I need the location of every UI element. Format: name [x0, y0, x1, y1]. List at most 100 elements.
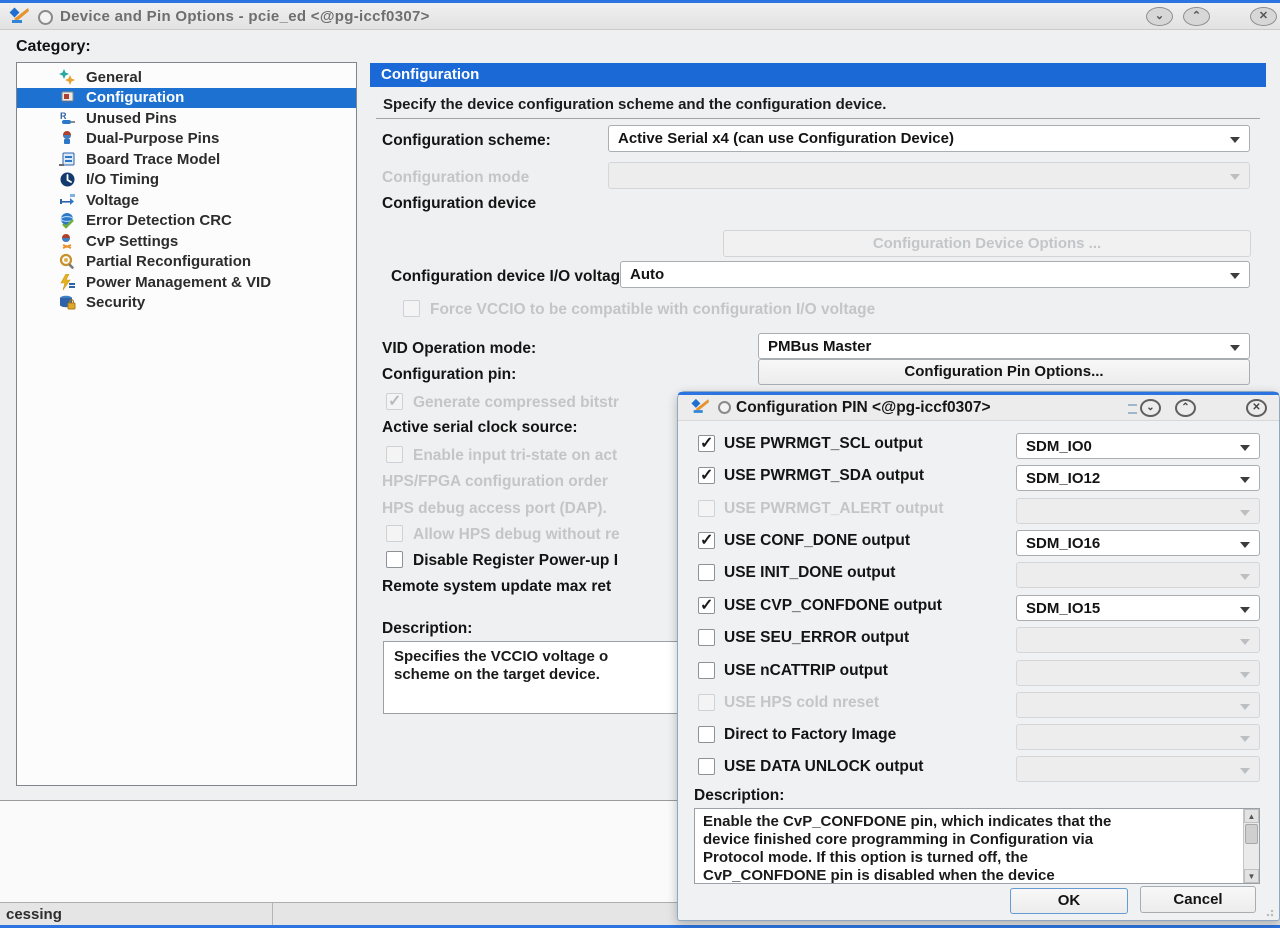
remote-update-label: Remote system update max ret [382, 578, 611, 596]
hps-fpga-order-label: HPS/FPGA configuration order [382, 473, 608, 491]
scroll-down-icon[interactable]: ▼ [1244, 869, 1259, 883]
sidebar-item-security[interactable]: Security [17, 293, 356, 314]
panel-subtitle: Specify the device configuration scheme … [383, 96, 886, 113]
allow-hps-debug-label: Allow HPS debug without re [413, 526, 620, 544]
data-unlock-dropdown [1016, 756, 1260, 782]
window-title: Device and Pin Options - pcie_ed <@pg-ic… [60, 8, 430, 25]
sidebar-item-label: Security [86, 294, 145, 311]
scrollbar-thumb[interactable] [1245, 824, 1258, 844]
sidebar-item-general[interactable]: General [17, 67, 356, 88]
category-label: Category: [16, 38, 91, 56]
use-conf-done-label: USE CONF_DONE output [724, 532, 910, 550]
generate-compressed-label: Generate compressed bitstr [413, 394, 619, 412]
use-pwrmgt-scl-checkbox[interactable]: ✓ [698, 435, 715, 452]
use-init-done-checkbox[interactable] [698, 564, 715, 581]
use-ncattrip-checkbox[interactable] [698, 662, 715, 679]
sidebar-item-unused-pins[interactable]: R Unused Pins [17, 108, 356, 129]
configuration-scheme-dropdown[interactable]: Active Serial x4 (can use Configuration … [608, 125, 1250, 152]
sidebar-item-dual-purpose-pins[interactable]: Dual-Purpose Pins [17, 129, 356, 150]
enable-tristate-checkbox [386, 446, 403, 463]
checkmark-icon: ✓ [700, 595, 713, 615]
chevron-down-icon [1240, 768, 1250, 774]
io-voltage-dropdown[interactable]: Auto [620, 261, 1250, 288]
use-pwrmgt-sda-checkbox[interactable]: ✓ [698, 467, 715, 484]
use-data-unlock-checkbox[interactable] [698, 758, 715, 775]
board-trace-model-icon [59, 151, 76, 168]
pin-description-box: Enable the CvP_CONFDONE pin, which indic… [694, 808, 1260, 884]
ok-button[interactable]: OK [1010, 888, 1128, 914]
rollup-window-icon[interactable]: ⌃ [1183, 7, 1210, 26]
checkmark-icon: ✓ [700, 433, 713, 453]
cvp-settings-icon [59, 233, 76, 250]
generate-compressed-checkbox: ✓ [386, 393, 403, 410]
sidebar-item-board-trace-model[interactable]: Board Trace Model [17, 149, 356, 170]
use-data-unlock-label: USE DATA UNLOCK output [724, 758, 923, 776]
use-pwrmgt-scl-label: USE PWRMGT_SCL output [724, 435, 923, 453]
configuration-pin-label: Configuration pin: [382, 366, 516, 384]
shade-window-icon[interactable]: ⌄ [1146, 7, 1173, 26]
pwrmgt-sda-value: SDM_IO12 [1026, 470, 1100, 487]
sidebar-item-cvp-settings[interactable]: CvP Settings [17, 231, 356, 252]
force-vccio-checkbox [403, 300, 420, 317]
use-cvp-confdone-checkbox[interactable]: ✓ [698, 597, 715, 614]
sidebar-item-label: CvP Settings [86, 233, 178, 250]
sidebar-item-voltage[interactable]: Voltage [17, 190, 356, 211]
description-scrollbar[interactable]: ▲ ▼ [1243, 809, 1259, 883]
sidebar-item-label: Unused Pins [86, 110, 177, 127]
cvp-confdone-dropdown[interactable]: SDM_IO15 [1016, 595, 1260, 621]
use-seu-error-checkbox[interactable] [698, 629, 715, 646]
direct-to-factory-image-checkbox[interactable] [698, 726, 715, 743]
configuration-device-options-button: Configuration Device Options ... [723, 230, 1251, 257]
use-conf-done-checkbox[interactable]: ✓ [698, 532, 715, 549]
disable-register-powerup-checkbox[interactable] [386, 551, 403, 568]
chevron-down-icon [1230, 345, 1240, 351]
partial-reconfiguration-icon [59, 253, 76, 270]
chevron-down-icon [1240, 704, 1250, 710]
sidebar-item-label: Partial Reconfiguration [86, 253, 251, 270]
checkmark-icon: ✓ [700, 530, 713, 550]
pwrmgt-alert-dropdown [1016, 498, 1260, 524]
sidebar-item-io-timing[interactable]: I/O Timing [17, 170, 356, 191]
sidebar-item-label: Dual-Purpose Pins [86, 130, 219, 147]
vid-operation-mode-dropdown[interactable]: PMBus Master [758, 333, 1250, 359]
use-ncattrip-label: USE nCATTRIP output [724, 662, 888, 680]
pwrmgt-scl-dropdown[interactable]: SDM_IO0 [1016, 433, 1260, 459]
chevron-down-icon [1240, 542, 1250, 548]
rollup-window-icon[interactable]: ⌃ [1175, 399, 1196, 417]
dialog-menu-icon[interactable] [38, 10, 53, 25]
configuration-scheme-value: Active Serial x4 (can use Configuration … [618, 130, 954, 147]
checkmark-icon: ✓ [700, 465, 713, 485]
chevron-down-icon [1230, 137, 1240, 143]
processing-tab[interactable]: cessing [6, 906, 62, 923]
pin-dialog-titlebar[interactable]: Configuration PIN <@pg-iccf0307> ⌄ ⌃ ✕ [678, 395, 1279, 421]
shade-window-icon[interactable]: ⌄ [1140, 399, 1161, 417]
pwrmgt-sda-dropdown[interactable]: SDM_IO12 [1016, 465, 1260, 491]
sidebar-item-power-management-vid[interactable]: Power Management & VID [17, 272, 356, 293]
dialog-menu-icon[interactable] [718, 401, 731, 414]
sidebar-item-label: General [86, 69, 142, 86]
seu-error-dropdown [1016, 627, 1260, 653]
close-window-icon[interactable]: ✕ [1246, 399, 1267, 417]
sidebar-item-partial-reconfiguration[interactable]: Partial Reconfiguration [17, 252, 356, 273]
chevron-down-icon [1240, 445, 1250, 451]
chevron-down-icon [1240, 574, 1250, 580]
chevron-down-icon [1230, 174, 1240, 180]
sidebar-item-configuration[interactable]: Configuration [17, 88, 356, 109]
configuration-pin-options-button[interactable]: Configuration Pin Options... [758, 359, 1250, 385]
direct-to-factory-image-label: Direct to Factory Image [724, 726, 896, 744]
sidebar-item-error-detection-crc[interactable]: Error Detection CRC [17, 211, 356, 232]
cvp-confdone-value: SDM_IO15 [1026, 600, 1100, 617]
sidebar-item-label: Configuration [86, 89, 184, 106]
dual-purpose-pins-icon [59, 130, 76, 147]
main-titlebar[interactable]: Device and Pin Options - pcie_ed <@pg-ic… [0, 3, 1280, 30]
pin-dialog-title: Configuration PIN <@pg-iccf0307> [736, 399, 991, 417]
close-window-icon[interactable]: ✕ [1250, 7, 1277, 26]
sidebar-item-label: Error Detection CRC [86, 212, 232, 229]
resize-grip[interactable] [1266, 907, 1276, 917]
io-voltage-label: Configuration device I/O voltage: [391, 268, 634, 286]
sidebar-item-label: Voltage [86, 192, 139, 209]
scroll-up-icon[interactable]: ▲ [1244, 809, 1259, 823]
category-list: General Configuration R Unused Pins [16, 62, 357, 786]
cancel-button[interactable]: Cancel [1140, 886, 1256, 913]
conf-done-dropdown[interactable]: SDM_IO16 [1016, 530, 1260, 556]
